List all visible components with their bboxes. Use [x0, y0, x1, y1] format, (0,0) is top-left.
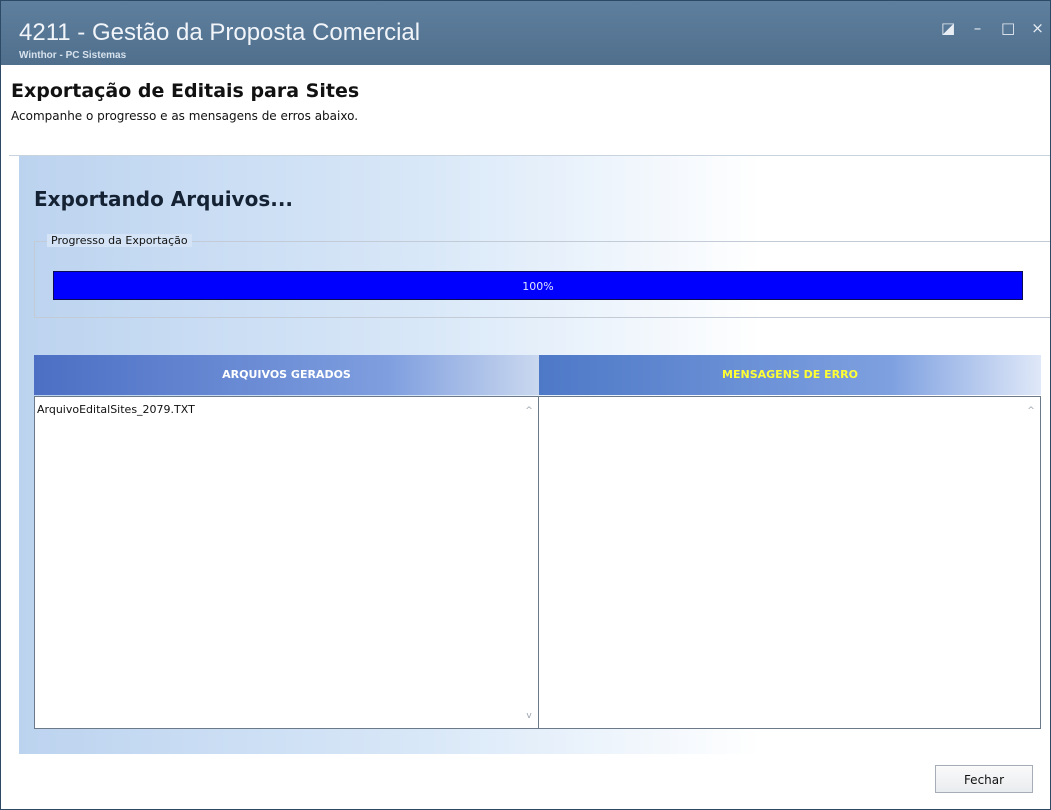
generated-files-list[interactable]: ArquivoEditalSites_2079.TXT ^ v — [34, 396, 539, 729]
error-messages-header: MENSAGENS DE ERRO — [539, 355, 1041, 395]
window-title: 4211 - Gestão da Proposta Comercial — [19, 19, 421, 46]
generated-file-item[interactable]: ArquivoEditalSites_2079.TXT — [37, 403, 195, 416]
close-button[interactable]: Fechar — [935, 765, 1033, 793]
page-description: Acompanhe o progresso e as mensagens de … — [11, 109, 359, 123]
close-icon[interactable]: × — [1031, 19, 1044, 37]
app-window: 4211 - Gestão da Proposta Comercial Wint… — [0, 0, 1051, 810]
export-heading: Exportando Arquivos... — [34, 187, 294, 211]
scroll-up-icon[interactable]: ^ — [1025, 405, 1037, 417]
error-messages-list[interactable]: ^ — [539, 396, 1041, 729]
export-content-panel: Exportando Arquivos... Progresso da Expo… — [19, 156, 1050, 754]
progress-groupbox: Progresso da Exportação 100% — [34, 234, 1050, 318]
generated-files-header: ARQUIVOS GERADOS — [34, 355, 539, 395]
window-controls: ◪ – □ × — [941, 19, 1044, 37]
page-header: Exportação de Editais para Sites Acompan… — [9, 65, 1050, 156]
progress-percent-label: 100% — [522, 280, 554, 293]
dialog-footer: Fechar — [19, 754, 1050, 809]
window-subtitle: Winthor - PC Sistemas — [19, 50, 127, 61]
scroll-down-icon[interactable]: v — [523, 710, 535, 722]
maximize-icon[interactable]: □ — [1001, 19, 1015, 37]
scroll-up-icon[interactable]: ^ — [523, 405, 535, 417]
progress-group-label: Progresso da Exportação — [47, 234, 192, 247]
export-progress-bar: 100% — [53, 271, 1023, 300]
restore-icon[interactable]: ◪ — [941, 19, 955, 37]
minimize-icon[interactable]: – — [971, 19, 984, 37]
window-titlebar: 4211 - Gestão da Proposta Comercial Wint… — [1, 1, 1050, 65]
page-title: Exportação de Editais para Sites — [11, 80, 360, 102]
